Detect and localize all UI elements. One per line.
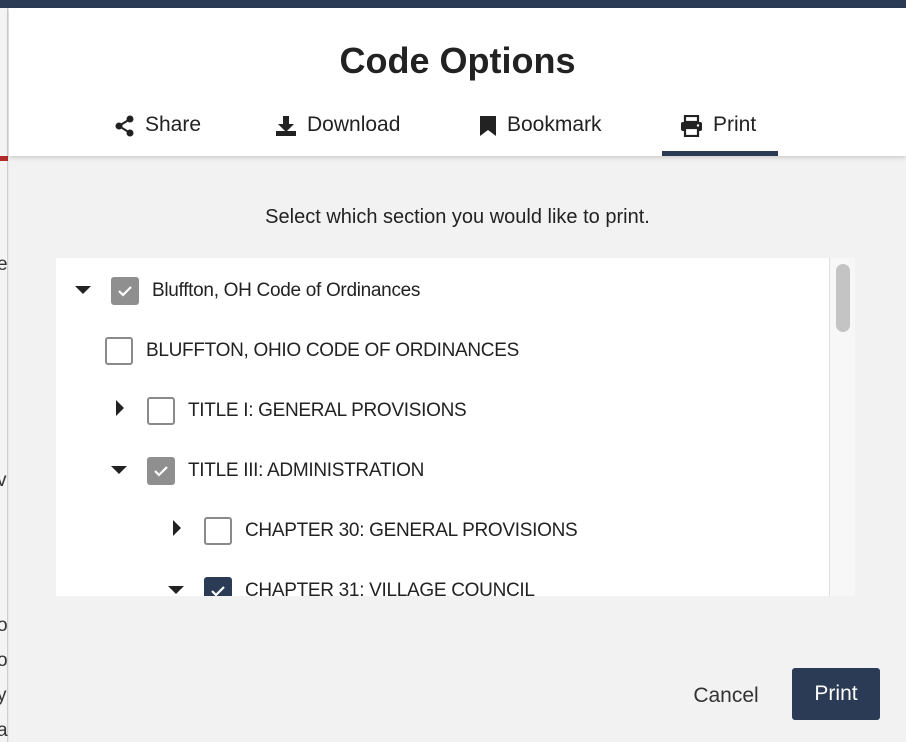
caret-down-icon[interactable]: [166, 581, 186, 596]
tab-download-label: Download: [307, 113, 401, 136]
bookmark-icon: [480, 116, 496, 136]
tree-item-label[interactable]: BLUFFTON, OHIO CODE OF ORDINANCES: [146, 340, 519, 362]
code-options-modal: Code Options Share Download Bookmark Pri…: [9, 8, 906, 742]
caret-right-icon[interactable]: [167, 518, 187, 538]
tab-bookmark-label: Bookmark: [507, 113, 602, 136]
backdrop-header-bar: [0, 0, 906, 8]
tree-row: BLUFFTON, OHIO CODE OF ORDINANCES: [56, 331, 826, 371]
tree-row: Bluffton, OH Code of Ordinances: [56, 271, 826, 311]
tree-item-label[interactable]: TITLE I: GENERAL PROVISIONS: [188, 400, 467, 422]
tab-print[interactable]: Print: [680, 113, 756, 153]
checkmark-icon: [211, 586, 225, 596]
checkbox[interactable]: [147, 397, 175, 425]
tree-row: CHAPTER 30: GENERAL PROVISIONS: [56, 511, 826, 551]
tab-bookmark[interactable]: Bookmark: [479, 113, 602, 153]
tree-item-label[interactable]: CHAPTER 30: GENERAL PROVISIONS: [245, 520, 578, 542]
tab-print-label: Print: [713, 113, 757, 136]
print-instruction: Select which section you would like to p…: [265, 206, 650, 228]
print-button[interactable]: Print: [792, 668, 880, 720]
backdrop-text: a: [0, 720, 8, 741]
backdrop-accent-line: [0, 156, 8, 161]
tab-download[interactable]: Download: [275, 113, 400, 153]
tab-share-label: Share: [145, 113, 202, 136]
backdrop-text: o: [0, 650, 8, 671]
tree-row: CHAPTER 31: VILLAGE COUNCIL: [56, 571, 826, 596]
checkbox[interactable]: [147, 457, 175, 485]
checkbox[interactable]: [204, 577, 232, 596]
tab-share[interactable]: Share: [115, 113, 201, 153]
cancel-button[interactable]: Cancel: [681, 678, 771, 714]
checkbox[interactable]: [204, 517, 232, 545]
backdrop-text: v: [0, 470, 7, 491]
modal-title: Code Options: [339, 40, 576, 81]
backdrop-text: e: [0, 254, 8, 275]
download-icon: [276, 116, 296, 136]
scrollbar-thumb[interactable]: [836, 264, 850, 332]
printer-icon: [681, 115, 702, 137]
caret-down-icon[interactable]: [73, 281, 93, 301]
tree-scrollbar[interactable]: [829, 258, 855, 596]
checkmark-icon: [154, 466, 168, 477]
share-icon: [115, 115, 134, 137]
backdrop-text: o: [0, 615, 8, 636]
active-tab-indicator: [662, 151, 778, 156]
caret-down-icon[interactable]: [109, 461, 129, 481]
caret-right-icon[interactable]: [110, 398, 130, 418]
checkbox[interactable]: [111, 277, 139, 305]
tree-row: TITLE III: ADMINISTRATION: [56, 451, 826, 491]
tree-item-label[interactable]: TITLE III: ADMINISTRATION: [188, 460, 424, 482]
section-tree[interactable]: Bluffton, OH Code of Ordinances BLUFFTON…: [56, 258, 855, 596]
tree-item-label[interactable]: Bluffton, OH Code of Ordinances: [152, 280, 420, 302]
tree-row: TITLE I: GENERAL PROVISIONS: [56, 391, 826, 431]
tree-item-label[interactable]: CHAPTER 31: VILLAGE COUNCIL: [245, 580, 535, 596]
backdrop-text: y: [0, 685, 7, 706]
modal-header: Code Options Share Download Bookmark Pri…: [9, 8, 906, 156]
checkbox[interactable]: [105, 337, 133, 365]
checkmark-icon: [118, 286, 132, 297]
